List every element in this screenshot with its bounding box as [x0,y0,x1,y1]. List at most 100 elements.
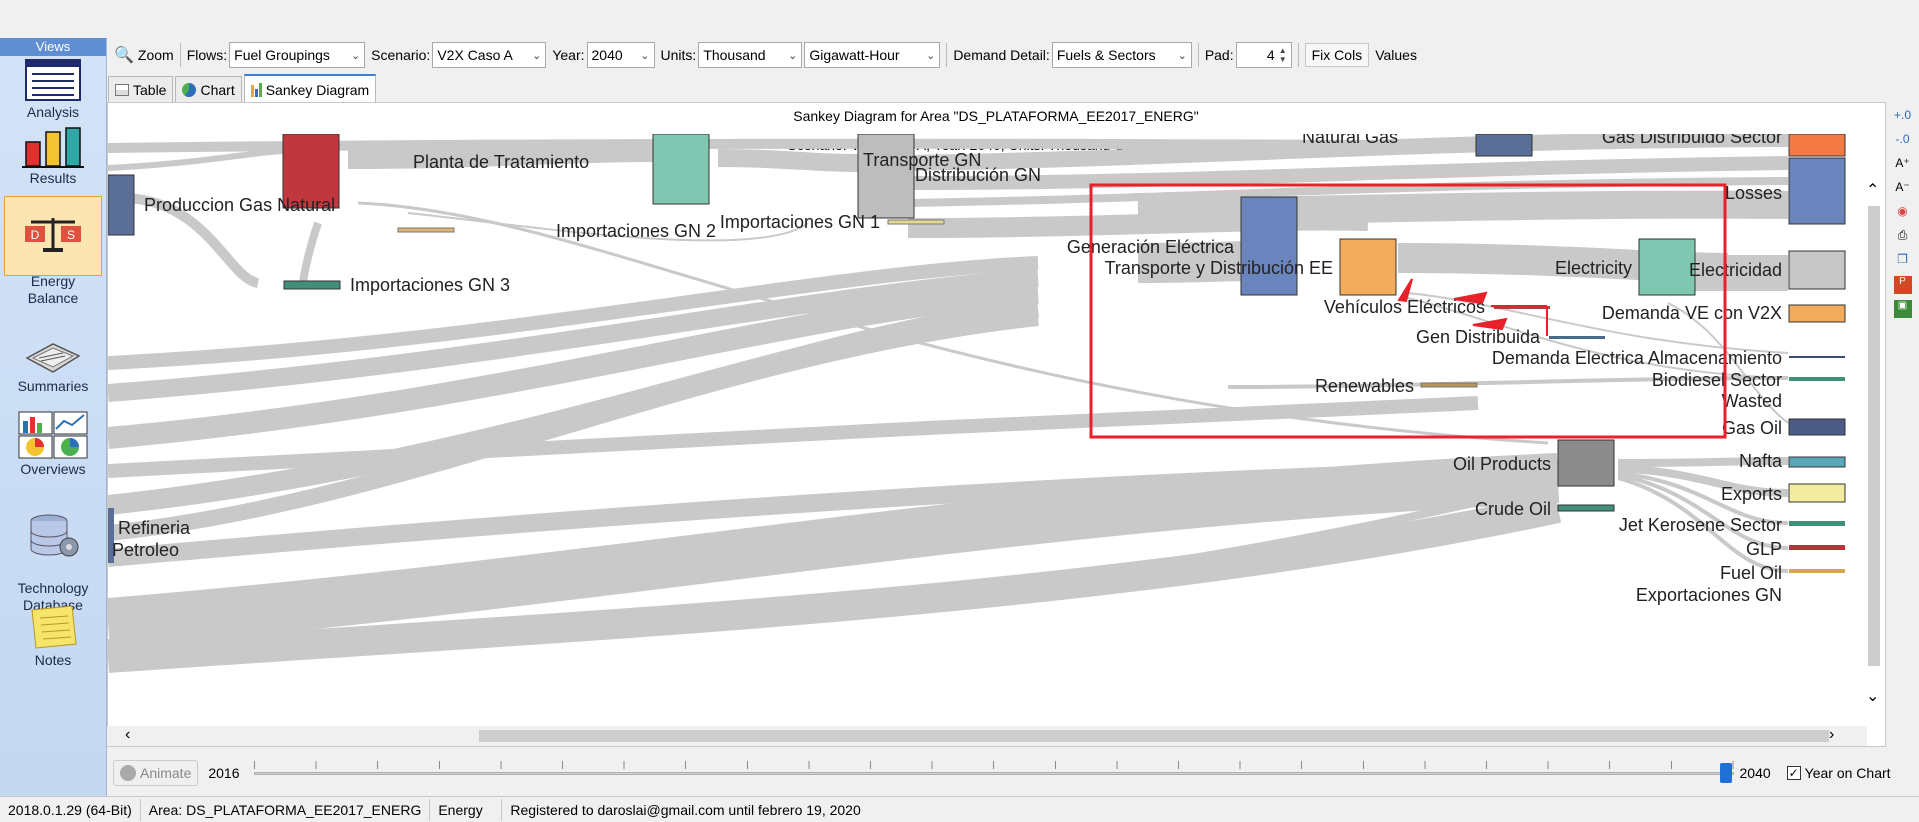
label-exportaciones-gn: Exportaciones GN [1636,585,1782,605]
flow [1137,190,1789,227]
separator [946,43,948,67]
decrease-decimals-icon[interactable]: -.0 [1894,132,1912,150]
label-natural-gas: Natural Gas [1302,127,1398,147]
powerpoint-icon[interactable]: P [1893,276,1912,294]
node-electricity[interactable] [1638,238,1696,296]
save-icon[interactable]: ▣ [1893,300,1912,318]
label-petroleo: Petroleo [112,540,179,560]
summaries-icon [25,343,81,373]
year-on-chart-checkbox[interactable]: ✓ Year on Chart [1786,765,1891,781]
svg-text:S: S [67,228,75,242]
node-exports[interactable] [1788,483,1846,503]
units-scale-select[interactable]: Thousand ⌄ [698,42,803,68]
view-energy-balance[interactable]: D S Energy Balance [4,196,102,306]
label-demanda-ve-v2x: Demanda VE con V2X [1602,303,1782,323]
scenario-select[interactable]: V2X Caso A ⌄ [432,42,547,68]
label-fuel-oil: Fuel Oil [1720,563,1782,583]
flow [717,149,859,172]
sankey-icon [250,83,262,97]
scenario-label: Scenario: [371,47,431,63]
node-gas-distribuido-sector[interactable] [1788,134,1846,157]
label-gas-oil: Gas Oil [1722,418,1782,438]
tab-table[interactable]: Table [108,76,174,102]
node-glp[interactable] [1789,545,1845,550]
tab-chart[interactable]: Chart [175,76,242,102]
label-planta-tratamiento: Planta de Tratamiento [413,152,589,172]
node-jet-kerosene[interactable] [1789,521,1845,526]
label-crude-oil: Crude Oil [1475,499,1551,519]
print-icon[interactable]: ⎙ [1894,228,1912,246]
label-transporte-distribucion-ee: Transporte y Distribución EE [1105,258,1333,278]
values-button[interactable]: Values [1375,47,1417,63]
view-technology-database[interactable]: Technology Database [4,496,102,613]
view-notes[interactable]: Notes [4,604,102,668]
node-importaciones-gn-1[interactable] [887,219,945,225]
vertical-scroll-thumb[interactable] [1868,206,1880,666]
increase-font-icon[interactable]: A⁺ [1894,156,1912,174]
node-importaciones-gn-3[interactable] [283,280,341,290]
status-view: Energy Ba [430,798,503,821]
zoom-button[interactable]: 🔍 Zoom [114,45,174,65]
horizontal-scroll-thumb[interactable] [479,730,1829,742]
diagram-title: Sankey Diagram for Area "DS_PLATAFORMA_E… [793,108,1199,124]
decrease-font-icon[interactable]: A⁻ [1894,180,1912,198]
label-losses: Losses [1725,183,1782,203]
year-slider-handle[interactable] [1719,763,1732,783]
sankey-canvas: Sankey Diagram for Area "DS_PLATAFORMA_E… [108,108,1846,673]
node-losses[interactable] [1788,157,1846,225]
view-summaries[interactable]: Summaries [4,336,102,398]
view-results[interactable]: Results [4,126,102,192]
node-gen-distribuida[interactable] [1549,336,1605,339]
notes-icon [31,605,77,649]
fix-cols-button[interactable]: Fix Cols [1304,43,1370,67]
node-distribucion-gn[interactable] [857,134,915,219]
vertical-scrollbar[interactable]: ⌃ ⌄ [1864,180,1884,720]
view-overviews[interactable]: Overviews [4,411,102,477]
node-transporte-distribucion-ee[interactable] [1339,238,1397,296]
year-slider[interactable] [253,761,1734,785]
label-demanda-electrica-almacenamiento: Demanda Electrica Almacenamiento [1492,348,1782,368]
scroll-down-icon[interactable]: ⌄ [1866,686,1879,706]
year-select[interactable]: 2040 ⌄ [586,42,655,68]
view-analysis[interactable]: Analysis [4,58,102,122]
scroll-left-icon[interactable]: ‹ [125,726,130,744]
node-renewables[interactable] [1420,382,1478,388]
node-biodiesel-sector[interactable] [1789,377,1845,381]
node-fuel-oil[interactable] [1789,569,1845,573]
node-nafta[interactable] [1788,456,1846,468]
separator [179,43,181,67]
animate-button[interactable]: Animate [113,760,199,786]
node-produccion-gas-natural[interactable] [108,174,135,236]
node-demanda-electrica-almacenamiento[interactable] [1789,356,1845,358]
demand-detail-select[interactable]: Fuels & Sectors ⌄ [1051,42,1192,68]
node-gas-oil[interactable] [1788,418,1846,436]
chevron-down-icon: ⌄ [926,49,936,62]
pad-label: Pad: [1204,47,1234,63]
stepper-arrows-icon[interactable]: ▲ ▼ [1279,46,1287,64]
copy-icon[interactable]: ❐ [1894,252,1912,270]
node-electricidad[interactable] [1788,250,1846,290]
results-bar-chart-icon [22,127,84,168]
node-generacion-electrica[interactable] [1240,196,1298,296]
node-oil-products[interactable] [1557,439,1615,487]
scroll-right-icon[interactable]: › [1829,726,1834,744]
zoom-label: Zoom [137,47,174,63]
node-demanda-ve-v2x[interactable] [1788,304,1846,323]
flows-select[interactable]: Fuel Groupings ⌄ [229,42,366,68]
separator [1197,43,1199,67]
node-importaciones-gn-2[interactable] [397,227,455,233]
palette-icon[interactable]: ◉ [1894,204,1912,222]
node-natural-gas[interactable] [1475,134,1533,157]
database-icon [30,514,79,557]
label-biodiesel-sector: Biodiesel Sector [1652,370,1782,390]
node-crude-oil[interactable] [1557,504,1615,512]
units-select[interactable]: Gigawatt-Hour ⌄ [804,42,941,68]
horizontal-scrollbar[interactable]: ‹ › [107,726,1867,746]
pad-stepper[interactable]: 4 ▲ ▼ [1235,42,1292,68]
tab-sankey-diagram[interactable]: Sankey Diagram [243,74,377,104]
year-label: Year: [552,47,585,63]
scroll-up-icon[interactable]: ⌃ [1866,180,1879,200]
increase-decimals-icon[interactable]: +.0 [1894,108,1912,126]
label-glp: GLP [1746,539,1782,559]
node-transporte-gn[interactable] [652,134,710,205]
